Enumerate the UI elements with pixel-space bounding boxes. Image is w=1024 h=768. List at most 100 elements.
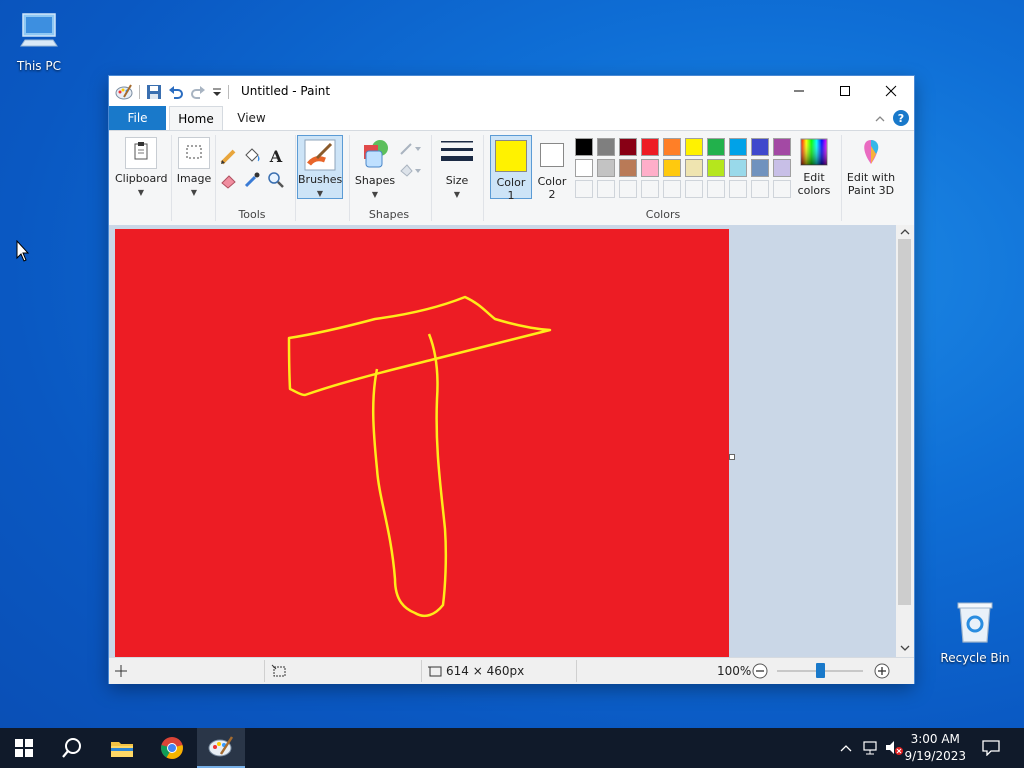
divider (295, 135, 296, 221)
taskbar-paint[interactable] (197, 728, 245, 768)
canvas-resize-handle[interactable] (729, 454, 735, 460)
undo-icon[interactable] (168, 84, 184, 100)
color-swatch[interactable] (663, 159, 681, 177)
clipboard-label: Clipboard (115, 172, 168, 185)
color2-label: Color (537, 175, 567, 188)
paint-window: Untitled - Paint File Home View ? Clipbo… (109, 76, 914, 684)
scroll-down-icon[interactable] (896, 641, 914, 655)
zoom-level: 100% (717, 664, 752, 678)
edit-with-paint3d-button[interactable]: Edit with Paint 3D (845, 137, 897, 197)
fill-icon[interactable] (398, 162, 422, 180)
computer-icon (20, 13, 58, 47)
save-icon[interactable] (146, 84, 162, 100)
color-swatch[interactable] (751, 159, 769, 177)
color2-button[interactable]: Color 2 (533, 135, 571, 201)
color-swatch[interactable] (751, 138, 769, 156)
drawing-canvas[interactable] (115, 229, 729, 657)
search-button[interactable] (48, 728, 96, 768)
color-swatch[interactable] (729, 138, 747, 156)
pencil-icon[interactable] (219, 146, 239, 166)
fill-bucket-icon[interactable] (242, 146, 262, 166)
minimize-icon (794, 90, 804, 92)
redo-icon[interactable] (190, 84, 206, 100)
color-swatch[interactable] (597, 138, 615, 156)
color1-button[interactable]: Color 1 (490, 135, 532, 202)
taskbar-chrome[interactable] (148, 728, 196, 768)
size-button[interactable]: Size ▼ (437, 137, 477, 201)
color-swatch[interactable] (641, 159, 659, 177)
title-bar[interactable]: Untitled - Paint (109, 76, 914, 106)
notifications-icon[interactable] (982, 740, 1000, 756)
color-swatch[interactable] (685, 138, 703, 156)
zoom-out-icon[interactable] (752, 663, 768, 679)
color-swatch[interactable] (663, 180, 681, 198)
taskbar: 3:00 AM 9/19/2023 (0, 728, 1024, 768)
desktop-icon-recycle-bin[interactable]: Recycle Bin (935, 600, 1015, 665)
outline-icon[interactable] (398, 140, 422, 158)
edit-colors-button[interactable]: Edit colors (793, 137, 835, 197)
network-icon[interactable] (862, 740, 880, 756)
color-swatch[interactable] (773, 180, 791, 198)
color-swatch[interactable] (575, 180, 593, 198)
tab-view[interactable]: View (229, 106, 274, 130)
chevron-down-icon: ▼ (453, 190, 461, 199)
minimize-button[interactable] (776, 76, 822, 106)
desktop-icon-this-pc[interactable]: This PC (0, 10, 79, 73)
color-swatch[interactable] (597, 180, 615, 198)
desktop-icon-label: This PC (17, 59, 61, 73)
clipboard-button[interactable]: Clipboard ▼ (115, 137, 168, 199)
color-swatch[interactable] (707, 180, 725, 198)
taskbar-file-explorer[interactable] (98, 728, 146, 768)
divider (431, 135, 432, 221)
color-swatch[interactable] (575, 159, 593, 177)
color-swatch[interactable] (663, 138, 681, 156)
divider (264, 660, 265, 682)
zoom-slider-thumb[interactable] (816, 663, 825, 678)
color-swatch[interactable] (641, 180, 659, 198)
zoom-in-icon[interactable] (874, 663, 890, 679)
eraser-icon[interactable] (219, 170, 239, 190)
shapes-button[interactable]: Shapes ▼ (353, 137, 397, 201)
color-swatch[interactable] (685, 180, 703, 198)
color-picker-icon[interactable] (242, 170, 262, 190)
scrollbar-thumb[interactable] (898, 239, 911, 605)
color-swatch[interactable] (641, 138, 659, 156)
clock-time: 3:00 AM (910, 732, 960, 746)
image-button[interactable]: Image ▼ (175, 137, 213, 199)
paint-app-icon[interactable] (115, 83, 133, 101)
volume-muted-icon[interactable] (884, 740, 904, 756)
color-swatch[interactable] (619, 180, 637, 198)
edit-paint3d-label-2: Paint 3D (847, 184, 895, 197)
vertical-scrollbar[interactable] (896, 225, 914, 657)
brushes-button[interactable]: Brushes ▼ (297, 135, 343, 199)
color-swatch[interactable] (597, 159, 615, 177)
colors-group-label: Colors (645, 208, 681, 221)
close-button[interactable] (868, 76, 914, 106)
color-swatch[interactable] (685, 159, 703, 177)
mouse-cursor-icon (16, 240, 30, 262)
help-icon[interactable]: ? (892, 109, 910, 127)
chevron-down-icon: ▼ (316, 189, 324, 198)
scroll-up-icon[interactable] (896, 225, 914, 239)
color-swatch[interactable] (619, 138, 637, 156)
color-swatch[interactable] (773, 159, 791, 177)
start-button[interactable] (0, 728, 48, 768)
color-swatch[interactable] (619, 159, 637, 177)
magnifier-icon[interactable] (266, 170, 286, 190)
text-icon[interactable]: A (266, 146, 286, 166)
color-swatch[interactable] (729, 159, 747, 177)
taskbar-clock[interactable]: 3:00 AM 9/19/2023 (904, 731, 966, 765)
maximize-button[interactable] (822, 76, 868, 106)
brush-icon (304, 139, 336, 171)
tab-file[interactable]: File (109, 106, 166, 130)
color-swatch[interactable] (751, 180, 769, 198)
color-swatch[interactable] (707, 138, 725, 156)
color-swatch[interactable] (707, 159, 725, 177)
tab-home[interactable]: Home (169, 106, 223, 131)
collapse-ribbon-icon[interactable] (874, 114, 886, 124)
customize-toolbar-icon[interactable] (212, 86, 222, 98)
show-hidden-icons-icon[interactable] (839, 743, 853, 753)
color-swatch[interactable] (773, 138, 791, 156)
color-swatch[interactable] (729, 180, 747, 198)
color-swatch[interactable] (575, 138, 593, 156)
